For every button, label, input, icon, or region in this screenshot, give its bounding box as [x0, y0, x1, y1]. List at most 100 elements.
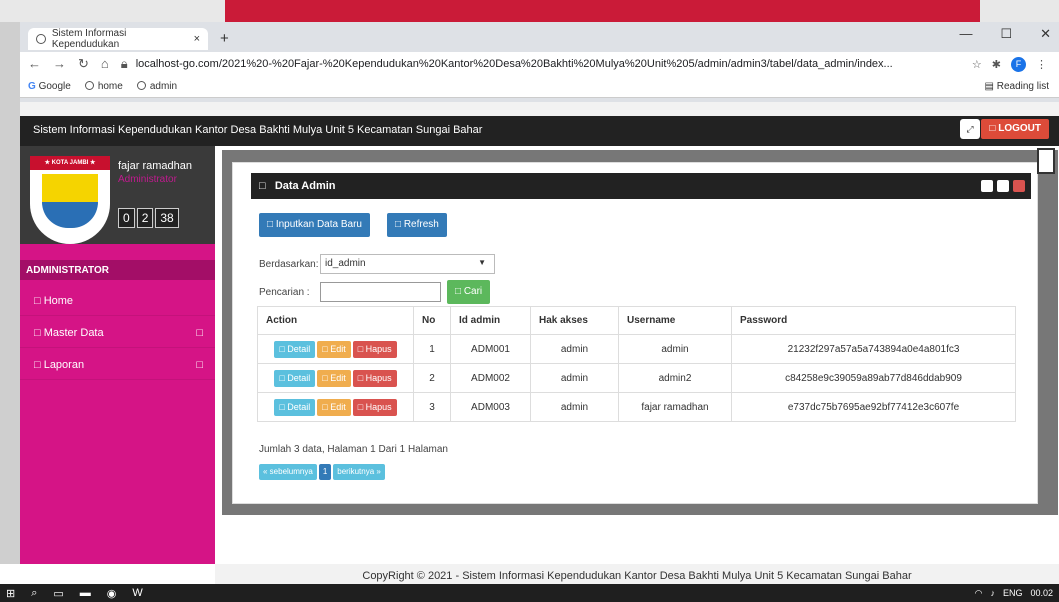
folder-icon[interactable]: ▬ [80, 587, 91, 600]
collapse-button[interactable] [981, 180, 993, 192]
star-icon[interactable]: ☆ [972, 58, 982, 71]
close-tab-icon[interactable]: × [194, 33, 200, 45]
home-icon[interactable]: ⌂ [101, 56, 109, 72]
pagination-info: Jumlah 3 data, Halaman 1 Dari 1 Halaman [259, 444, 448, 455]
extensions-icon[interactable]: ✱ [992, 58, 1001, 71]
globe-icon [36, 34, 46, 44]
delete-button[interactable]: □ Hapus [352, 369, 397, 387]
sidebar-item-laporan[interactable]: □ Laporan □ [20, 352, 215, 380]
sidebar-item-home[interactable]: □ Home [20, 288, 215, 316]
control-sidebar-toggle[interactable] [1037, 148, 1055, 174]
word-title-strip [0, 0, 1059, 22]
volume-icon[interactable]: ♪ [990, 588, 995, 599]
cell-id: ADM002 [450, 363, 531, 393]
prev-page-button[interactable]: « sebelumnya [259, 464, 317, 480]
detail-button[interactable]: □ Detail [274, 340, 316, 358]
word-icon[interactable]: W [132, 587, 142, 600]
chevron-down-icon: ▼ [478, 258, 486, 267]
search-label: Pencarian : [259, 287, 310, 298]
browser-chrome: Sistem Informasi Kependudukan × + — ☐ ✕ … [20, 22, 1059, 102]
next-page-button[interactable]: berikutnya » [333, 464, 385, 480]
user-role: Administrator [118, 174, 177, 185]
settings-button[interactable] [997, 180, 1009, 192]
cell-password: c84258e9c39059a89ab77d846ddab909 [731, 363, 1016, 393]
search-icon[interactable]: ⌕ [31, 587, 37, 600]
cell-password: 21232f297a57a5a743894a0e4a801fc3 [731, 334, 1016, 364]
remove-button[interactable] [1013, 180, 1025, 192]
forward-icon[interactable]: → [53, 56, 66, 72]
clock-time[interactable]: 00.02 [1030, 588, 1053, 599]
google-icon: G [28, 81, 39, 92]
sidebar: ★ KOTA JAMBI ★ fajar ramadhan Administra… [20, 146, 215, 564]
page-1-button[interactable]: 1 [318, 464, 332, 480]
sidebar-title: ADMINISTRATOR [20, 260, 215, 280]
sidebar-item-master-data[interactable]: □ Master Data □ [20, 320, 215, 348]
url-field[interactable]: localhost-go.com/2021%20-%20Fajar-%20Kep… [136, 58, 972, 70]
bookmark-admin[interactable]: admin [136, 81, 177, 92]
edit-button[interactable]: □ Edit [317, 340, 351, 358]
filter-select[interactable]: id_admin ▼ [320, 254, 495, 274]
panel-icon: □ [259, 180, 275, 192]
browser-tab[interactable]: Sistem Informasi Kependudukan × [28, 28, 208, 50]
lock-icon: 🔒︎ [120, 56, 128, 71]
edit-button[interactable]: □ Edit [317, 369, 351, 387]
globe-icon [84, 81, 94, 90]
col-id-admin: Id admin [450, 306, 531, 335]
maximize-button[interactable]: ☐ [1000, 26, 1012, 42]
cell-username: admin2 [618, 363, 732, 393]
filter-label: Berdasarkan: [259, 259, 319, 270]
fullscreen-button[interactable]: ⤢ [960, 119, 980, 139]
search-button[interactable]: □ Cari [447, 280, 491, 304]
close-window-button[interactable]: ✕ [1040, 26, 1051, 42]
bookmark-home[interactable]: home [84, 81, 123, 92]
page-gap [20, 102, 1059, 116]
cell-no: 2 [413, 363, 451, 393]
search-input[interactable] [320, 282, 441, 302]
table-row: □ Detail □ Edit □ Hapus 3 ADM003 admin faj… [257, 392, 1016, 422]
delete-button[interactable]: □ Hapus [352, 398, 397, 416]
language-indicator[interactable]: ENG [1003, 588, 1023, 599]
activation-bar [225, 0, 980, 22]
app-header: Sistem Informasi Kependudukan Kantor Des… [20, 116, 1059, 146]
chrome-icon[interactable]: ◉ [107, 587, 117, 600]
chevron-icon: □ [196, 327, 203, 339]
detail-button[interactable]: □ Detail [274, 398, 316, 416]
window-controls: — ☐ ✕ [959, 26, 1051, 42]
user-name: fajar ramadhan [118, 160, 192, 172]
globe-icon [136, 81, 146, 90]
pagination: « sebelumnya 1 berikutnya » [259, 464, 385, 480]
cell-akses: admin [530, 363, 619, 393]
cell-akses: admin [530, 392, 619, 422]
bookmark-google[interactable]: G Google [28, 81, 71, 92]
task-view-icon[interactable]: ▭ [53, 587, 63, 600]
reading-list-button[interactable]: ▤ Reading list [985, 81, 1059, 92]
app-title: Sistem Informasi Kependudukan Kantor Des… [33, 124, 483, 136]
table-row: □ Detail □ Edit □ Hapus 2 ADM002 admin adm… [257, 363, 1016, 393]
reload-icon[interactable]: ↻ [78, 56, 89, 72]
windows-start-icon[interactable]: ⊞ [6, 587, 15, 600]
user-panel: ★ KOTA JAMBI ★ fajar ramadhan Administra… [20, 146, 215, 244]
footer: CopyRight © 2021 - Sistem Informasi Kepe… [215, 564, 1059, 584]
panel-title: Data Admin [274, 180, 336, 192]
taskbar: ⊞ ⌕ ▭ ▬ ◉ W ◠ ♪ ENG 00.02 [0, 584, 1059, 602]
minimize-button[interactable]: — [959, 26, 972, 42]
profile-avatar[interactable]: F [1011, 56, 1026, 72]
delete-button[interactable]: □ Hapus [352, 340, 397, 358]
cell-id: ADM001 [450, 334, 531, 364]
logout-button[interactable]: □ LOGOUT [981, 119, 1049, 139]
table-row: □ Detail □ Edit □ Hapus 1 ADM001 admin adm… [257, 334, 1016, 364]
cell-id: ADM003 [450, 392, 531, 422]
back-icon[interactable]: ← [28, 56, 41, 72]
menu-icon[interactable]: ⋮ [1036, 58, 1047, 71]
col-password: Password [731, 306, 1016, 335]
add-data-button[interactable]: □ Inputkan Data Baru [259, 213, 370, 237]
cell-username: admin [618, 334, 732, 364]
detail-button[interactable]: □ Detail [274, 369, 316, 387]
refresh-button[interactable]: □ Refresh [387, 213, 447, 237]
clock: 0 2 38 [118, 208, 179, 228]
col-no: No [413, 306, 451, 335]
edit-button[interactable]: □ Edit [317, 398, 351, 416]
wifi-icon[interactable]: ◠ [975, 588, 983, 599]
cell-no: 1 [413, 334, 451, 364]
new-tab-button[interactable]: + [220, 30, 229, 47]
